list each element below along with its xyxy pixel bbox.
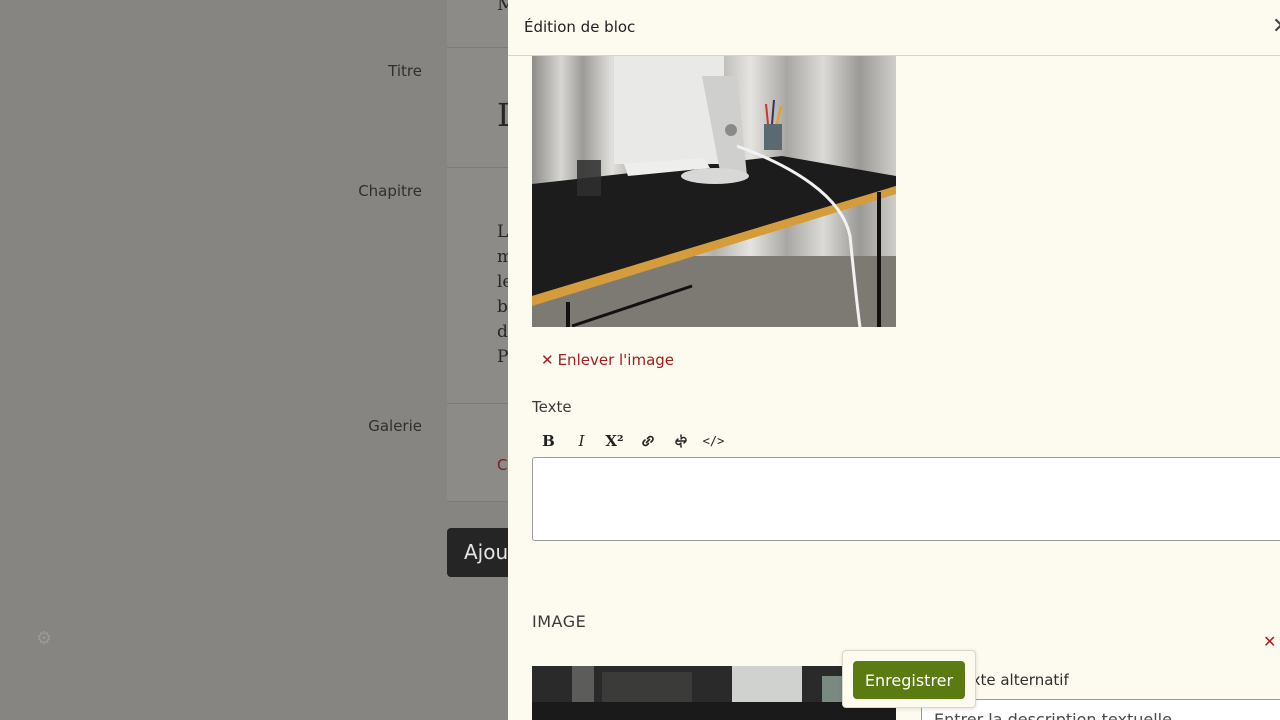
save-button[interactable]: Enregistrer xyxy=(853,661,965,699)
drawer-header: Édition de bloc ✕ xyxy=(508,0,1280,56)
close-icon: ✕ xyxy=(541,351,554,369)
gear-icon: ⚙ xyxy=(36,628,53,649)
bg-galerie-link: C xyxy=(497,456,508,474)
text-field-label: Texte xyxy=(532,398,572,416)
close-icon[interactable]: ✕ xyxy=(1272,14,1280,40)
bg-card-chapitre: L m le b d P xyxy=(447,168,517,404)
block-image-preview xyxy=(532,56,896,327)
unlink-icon xyxy=(674,434,687,448)
bg-label-galerie: Galerie xyxy=(368,417,422,435)
remove-image-button[interactable]: ✕ Enlever l'image xyxy=(541,351,674,369)
unlink-button[interactable] xyxy=(664,428,697,454)
image-section-title: IMAGE xyxy=(532,612,587,631)
rich-text-toolbar: B I X² </> xyxy=(532,428,730,454)
remove-section-icon[interactable]: ✕ xyxy=(1263,632,1276,651)
bg-label-chapitre: Chapitre xyxy=(358,182,422,200)
bold-button[interactable]: B xyxy=(532,428,565,454)
text-editor[interactable] xyxy=(532,457,1280,541)
bg-label-titre: Titre xyxy=(388,62,422,80)
link-icon xyxy=(641,435,654,447)
bg-card-titre: L xyxy=(447,48,518,168)
italic-button[interactable]: I xyxy=(565,428,598,454)
link-button[interactable] xyxy=(631,428,664,454)
bg-add-button: Ajou xyxy=(447,528,517,577)
superscript-button[interactable]: X² xyxy=(598,428,631,454)
block-edit-drawer: ✕ Enlever l'image Texte B I X² </> IMAGE … xyxy=(508,0,1280,720)
bg-card-galerie: C xyxy=(447,404,517,502)
code-button[interactable]: </> xyxy=(697,428,730,454)
save-bar: Enregistrer xyxy=(842,650,976,708)
remove-image-label: Enlever l'image xyxy=(557,351,675,369)
bg-card-top: M xyxy=(447,0,517,48)
drawer-title: Édition de bloc xyxy=(524,18,636,36)
